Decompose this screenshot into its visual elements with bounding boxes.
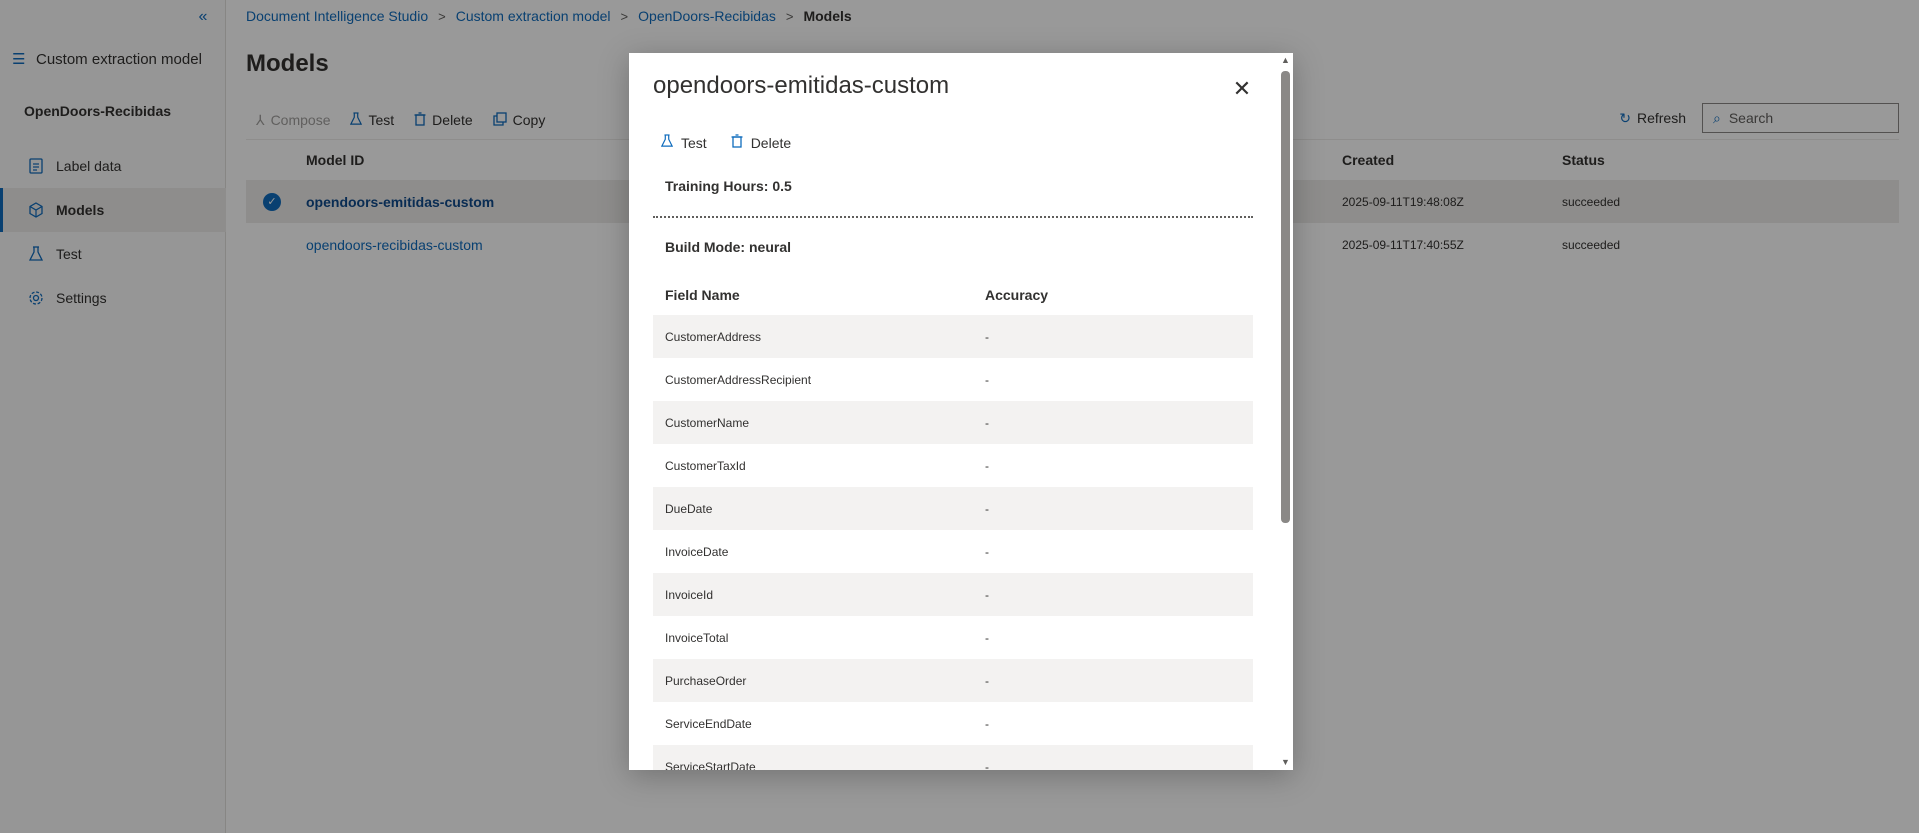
field-name: CustomerAddressRecipient	[665, 372, 812, 387]
header-field-name: Field Name	[665, 287, 740, 303]
beaker-icon	[660, 134, 674, 152]
dialog-actions: Test Delete	[653, 127, 799, 159]
field-accuracy: -	[985, 544, 989, 559]
field-accuracy: -	[985, 415, 989, 430]
list-item: InvoiceId -	[653, 573, 1253, 616]
field-accuracy: -	[985, 458, 989, 473]
list-item: ServiceEndDate -	[653, 702, 1253, 745]
scroll-down-icon[interactable]: ▼	[1281, 757, 1290, 767]
dialog-delete-label: Delete	[750, 135, 792, 151]
dialog-title: opendoors-emitidas-custom	[653, 72, 950, 99]
scroll-up-icon[interactable]: ▲	[1281, 55, 1290, 65]
dialog-scrollbar[interactable]: ▲ ▼	[1278, 53, 1293, 770]
list-item: CustomerTaxId -	[653, 444, 1253, 487]
field-name: InvoiceTotal	[665, 630, 729, 645]
model-details-dialog: opendoors-emitidas-custom ✕ Test Delete …	[629, 53, 1293, 770]
field-accuracy: -	[985, 716, 989, 731]
training-hours: Training Hours: 0.5	[665, 178, 792, 194]
section-divider	[653, 216, 1253, 218]
list-item: ServiceStartDate -	[653, 745, 1253, 770]
field-accuracy: -	[985, 501, 989, 516]
list-item: InvoiceTotal -	[653, 616, 1253, 659]
fields-table: CustomerAddress - CustomerAddressRecipien…	[653, 315, 1253, 770]
field-name: CustomerTaxId	[665, 458, 746, 473]
field-accuracy: -	[985, 673, 989, 688]
dialog-delete-button[interactable]: Delete	[723, 127, 799, 159]
build-mode: Build Mode: neural	[665, 239, 791, 255]
field-name: PurchaseOrder	[665, 673, 747, 688]
trash-icon	[731, 134, 743, 152]
dialog-test-button[interactable]: Test	[653, 127, 715, 159]
field-name: ServiceEndDate	[665, 716, 752, 731]
fields-table-header: Field Name Accuracy	[653, 275, 1253, 315]
header-accuracy: Accuracy	[985, 287, 1049, 303]
field-name: CustomerName	[665, 415, 750, 430]
field-accuracy: -	[985, 587, 989, 602]
field-accuracy: -	[985, 759, 989, 771]
field-name: DueDate	[665, 501, 713, 516]
list-item: DueDate -	[653, 487, 1253, 530]
field-accuracy: -	[985, 372, 989, 387]
list-item: InvoiceDate -	[653, 530, 1253, 573]
scrollbar-thumb[interactable]	[1281, 71, 1290, 523]
list-item: PurchaseOrder -	[653, 659, 1253, 702]
dialog-test-label: Test	[681, 135, 707, 151]
field-name: InvoiceDate	[665, 544, 729, 559]
field-name: CustomerAddress	[665, 329, 762, 344]
list-item: CustomerAddress -	[653, 315, 1253, 358]
field-accuracy: -	[985, 329, 989, 344]
close-icon[interactable]: ✕	[1226, 73, 1258, 105]
list-item: CustomerName -	[653, 401, 1253, 444]
list-item: CustomerAddressRecipient -	[653, 358, 1253, 401]
field-name: InvoiceId	[665, 587, 714, 602]
field-name: ServiceStartDate	[665, 759, 756, 771]
field-accuracy: -	[985, 630, 989, 645]
